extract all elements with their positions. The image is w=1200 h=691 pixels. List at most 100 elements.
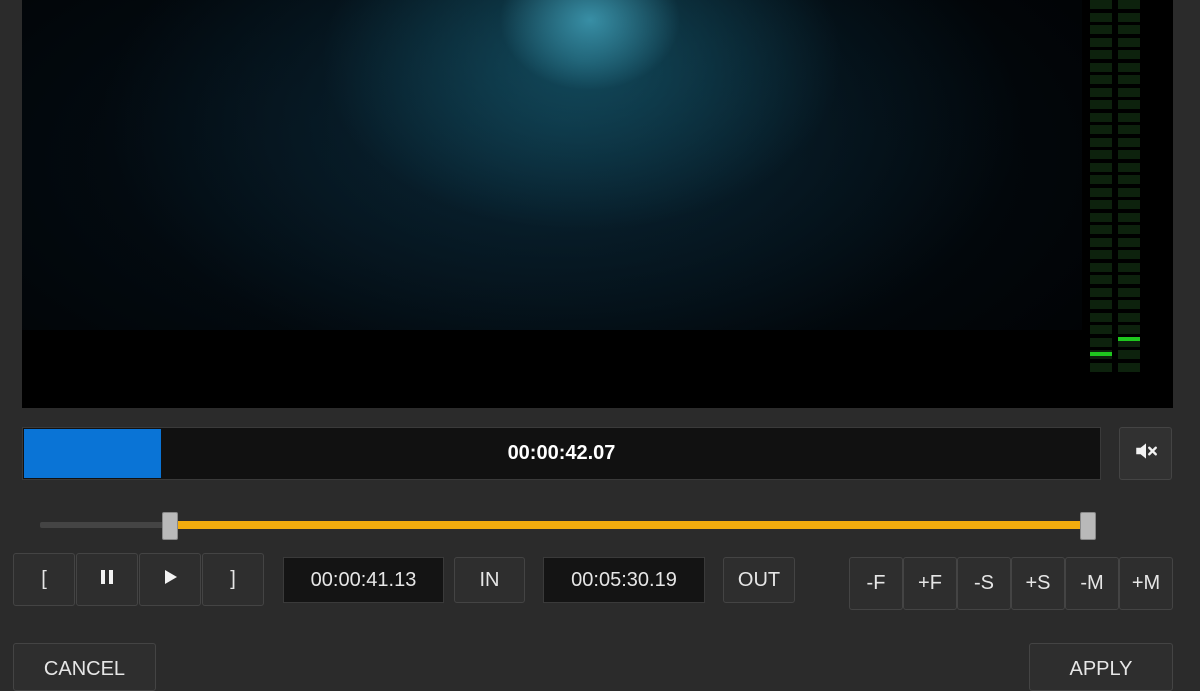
out-button-label: OUT [737, 568, 781, 591]
meter-segment [1118, 87, 1140, 97]
in-timecode-value: 00:00:41.13 [310, 568, 417, 591]
meter-segment [1118, 125, 1140, 134]
step-back-second-button[interactable]: -S [957, 557, 1011, 610]
step-forward-second-button[interactable]: +S [1011, 557, 1065, 610]
meter-segment [1090, 262, 1112, 272]
trim-selected-range [169, 521, 1088, 529]
meter-segment [1118, 162, 1140, 172]
out-button[interactable]: OUT [723, 557, 795, 603]
meter-segment [1090, 37, 1112, 47]
set-in-point-button[interactable]: [ [13, 553, 75, 606]
audio-meter-right [1118, 0, 1140, 374]
trim-end-handle[interactable] [1079, 512, 1096, 540]
meter-peak-indicator [1118, 336, 1140, 341]
meter-segment [1090, 175, 1112, 184]
meter-segment [1090, 137, 1112, 147]
meter-segment [1118, 287, 1140, 297]
meter-segment [1118, 262, 1140, 272]
step-back-second-label: -S [974, 572, 994, 594]
apply-button-label: APPLY [1069, 658, 1133, 680]
meter-segment [1090, 150, 1112, 159]
meter-segment [1118, 112, 1140, 122]
step-forward-second-label: +S [1025, 572, 1051, 594]
meter-segment [1118, 212, 1140, 222]
meter-segment [1090, 112, 1112, 122]
meter-segment [1090, 337, 1112, 347]
meter-segment [1090, 225, 1112, 234]
meter-segment [1118, 137, 1140, 147]
out-timecode-value: 00:05:30.19 [571, 568, 677, 591]
meter-segment [1118, 37, 1140, 47]
play-button[interactable] [139, 553, 201, 606]
set-out-point-button[interactable]: ] [202, 553, 264, 606]
meter-segment [1090, 200, 1112, 209]
meter-segment [1118, 237, 1140, 247]
step-forward-frame-label: +F [918, 572, 942, 594]
current-time-readout: 00:00:42.07 [507, 442, 616, 464]
video-preview [22, 0, 1173, 408]
meter-segment [1090, 12, 1112, 22]
meter-segment [1118, 0, 1140, 9]
meter-segment [1118, 362, 1140, 372]
trim-range-slider[interactable] [40, 512, 1096, 540]
step-back-minute-label: -M [1080, 572, 1104, 594]
meter-segment [1090, 50, 1112, 59]
meter-segment [1090, 250, 1112, 259]
step-forward-minute-label: +M [1131, 572, 1161, 594]
meter-segment [1090, 275, 1112, 284]
video-letterbox [22, 330, 1082, 408]
meter-segment [1090, 75, 1112, 84]
meter-segment [1118, 187, 1140, 197]
meter-segment [1118, 275, 1140, 284]
meter-segment [1118, 150, 1140, 159]
out-timecode-field[interactable]: 00:05:30.19 [543, 557, 705, 603]
seek-bar[interactable]: 00:00:42.07 [22, 427, 1101, 480]
meter-segment [1090, 100, 1112, 109]
step-back-frame-button[interactable]: -F [849, 557, 903, 610]
meter-segment [1118, 250, 1140, 259]
mute-button[interactable] [1119, 427, 1172, 480]
meter-segment [1118, 12, 1140, 22]
meter-segment [1118, 300, 1140, 309]
pause-icon [98, 568, 116, 592]
in-button-label: IN [479, 568, 500, 591]
meter-segment [1090, 187, 1112, 197]
meter-segment [1090, 0, 1112, 9]
in-button[interactable]: IN [454, 557, 525, 603]
meter-segment [1090, 125, 1112, 134]
pause-button[interactable] [76, 553, 138, 606]
meter-segment [1090, 162, 1112, 172]
meter-segment [1090, 287, 1112, 297]
meter-peak-indicator [1090, 351, 1112, 356]
step-forward-minute-button[interactable]: +M [1119, 557, 1173, 610]
set-in-point-label: [ [41, 568, 47, 590]
meter-segment [1090, 25, 1112, 34]
cancel-button[interactable]: CANCEL [13, 643, 156, 691]
play-icon [161, 568, 179, 592]
meter-segment [1118, 75, 1140, 84]
trim-start-handle[interactable] [161, 512, 178, 540]
apply-button[interactable]: APPLY [1029, 643, 1173, 691]
step-back-minute-button[interactable]: -M [1065, 557, 1119, 610]
meter-segment [1118, 312, 1140, 322]
meter-segment [1090, 62, 1112, 72]
meter-segment [1090, 87, 1112, 97]
meter-segment [1090, 325, 1112, 334]
meter-segment [1118, 200, 1140, 209]
meter-segment [1118, 175, 1140, 184]
meter-segment [1090, 212, 1112, 222]
audio-meter-left [1090, 0, 1112, 374]
step-forward-frame-button[interactable]: +F [903, 557, 957, 610]
in-timecode-field[interactable]: 00:00:41.13 [283, 557, 444, 603]
meter-segment [1118, 350, 1140, 359]
step-back-frame-label: -F [866, 572, 886, 594]
speaker-muted-icon [1133, 438, 1159, 469]
meter-segment [1118, 225, 1140, 234]
meter-segment [1090, 300, 1112, 309]
meter-segment [1090, 312, 1112, 322]
meter-segment [1118, 325, 1140, 334]
meter-segment [1118, 50, 1140, 59]
meter-segment [1118, 100, 1140, 109]
set-out-point-label: ] [230, 568, 236, 590]
meter-segment [1118, 25, 1140, 34]
